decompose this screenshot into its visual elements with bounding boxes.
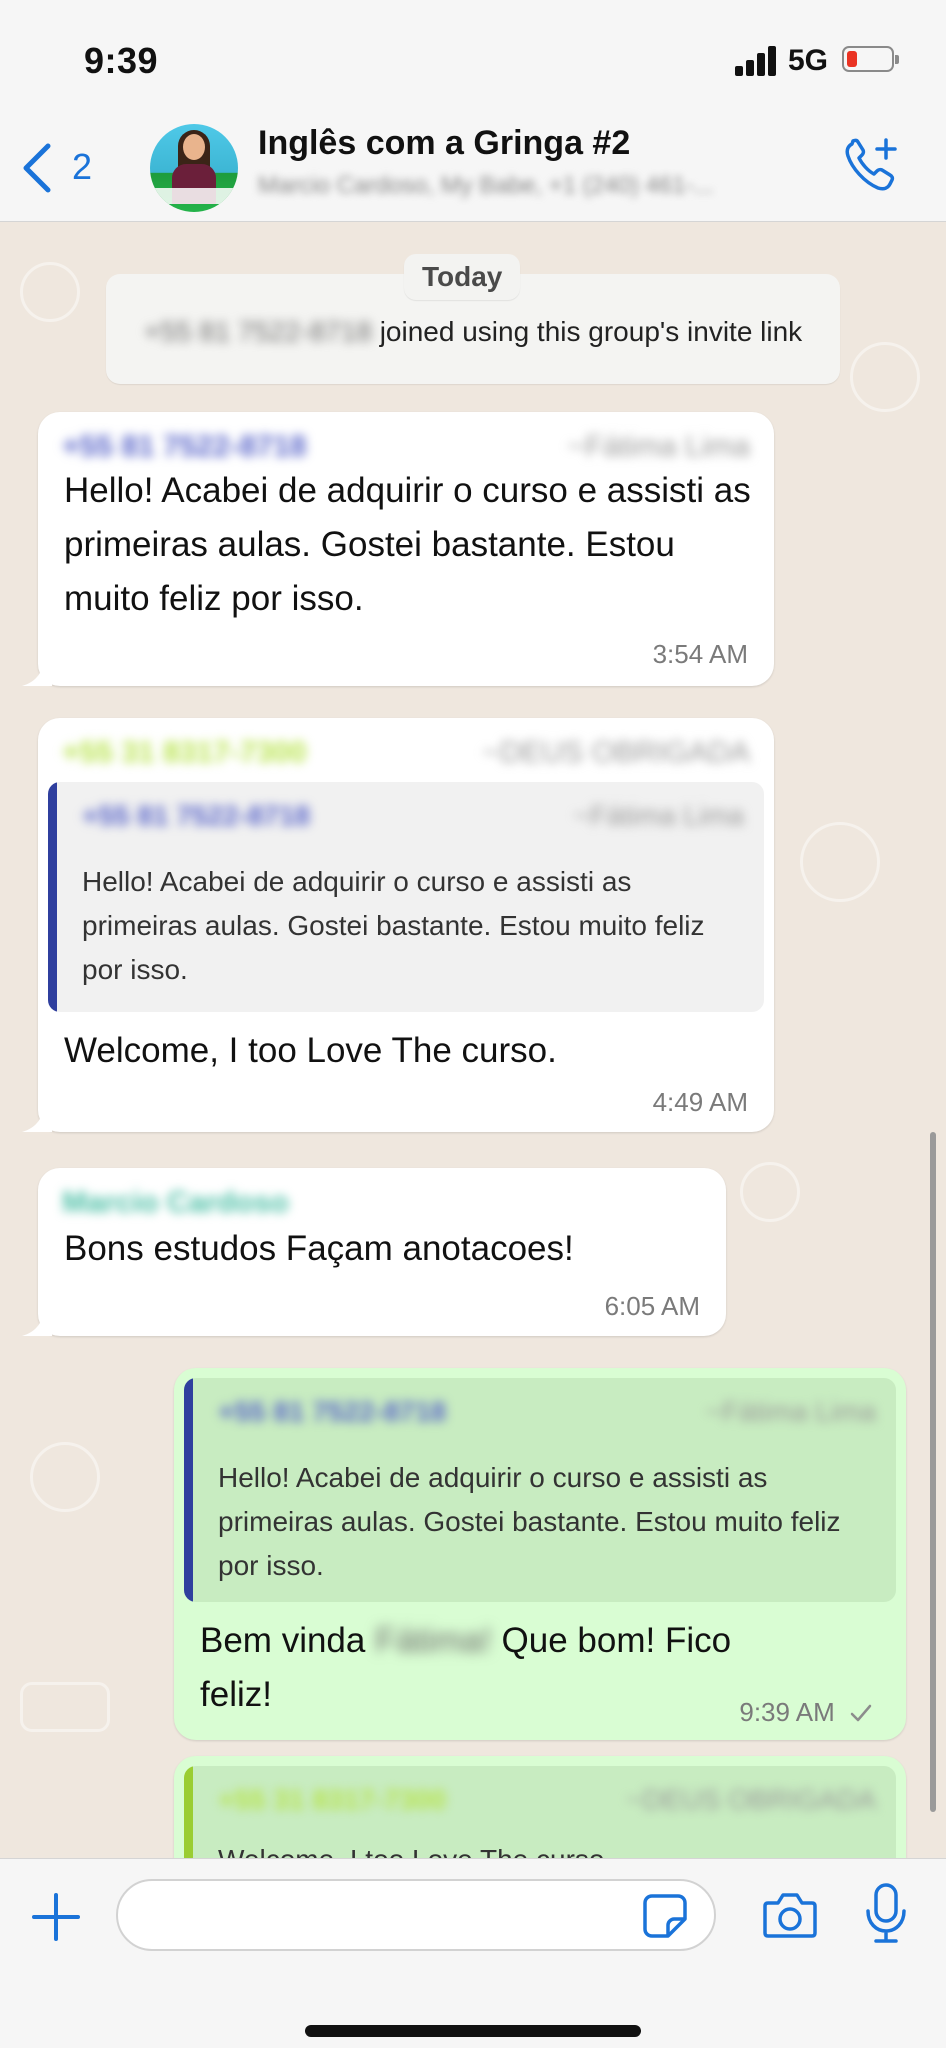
message-time: 4:49 AM — [652, 1087, 748, 1117]
wallpaper-doodle — [800, 822, 880, 902]
quote-sender-alias: ~DEUS OBRIGADA — [626, 1784, 876, 1815]
message-time: 9:39 AM — [739, 1697, 880, 1728]
message-text: Welcome, I too Love The curso. — [64, 1031, 557, 1070]
sender-alias: ~DEUS OBRIGADA — [482, 736, 750, 769]
camera-icon[interactable] — [762, 1889, 818, 1941]
status-bar: 9:39 5G — [0, 0, 946, 120]
scroll-indicator[interactable] — [930, 1132, 936, 1812]
message-bubble[interactable]: +55 31 8317-7300 ~DEUS OBRIGADA +55 81 7… — [22, 718, 774, 1132]
bubble-tail — [22, 1306, 52, 1336]
message-text-part: feliz! — [200, 1675, 272, 1714]
quote-sender-number: +55 81 7522-8718 — [82, 800, 311, 831]
bubble-tail — [22, 656, 52, 686]
message-text: Hello! Acabei de adquirir o curso e assi… — [64, 471, 751, 618]
sender-name[interactable]: Marcio Cardoso — [62, 1186, 289, 1220]
wallpaper-doodle — [850, 342, 920, 412]
quote-sender-alias: ~Fátima Lima — [705, 1396, 876, 1427]
chat-header: 2 Inglês com a Gringa #2 Marcio Cardoso,… — [0, 120, 946, 222]
back-chevron-icon[interactable] — [20, 142, 56, 194]
message-time-text: 9:39 AM — [739, 1697, 835, 1727]
unread-count[interactable]: 2 — [72, 146, 92, 188]
quote-sender-alias: ~Fátima Lima — [573, 800, 744, 831]
plus-icon[interactable] — [30, 1891, 82, 1943]
wallpaper-doodle — [30, 1442, 100, 1512]
message-text-part: Bem vinda — [200, 1621, 366, 1660]
double-check-icon — [850, 1704, 872, 1722]
quote-text: Welcome, I too Love The curso. — [218, 1838, 876, 1858]
chat-participants[interactable]: Marcio Cardoso, My Babe, +1 (240) 461-..… — [258, 172, 818, 200]
wallpaper-doodle — [20, 262, 80, 322]
add-call-icon[interactable] — [840, 136, 900, 196]
network-type: 5G — [788, 44, 829, 77]
message-bubble[interactable]: Marcio Cardoso Bons estudos Façam anotac… — [22, 1168, 726, 1336]
bubble-tail — [22, 1102, 52, 1132]
message-text: Bons estudos Façam anotacoes! — [64, 1229, 574, 1268]
quote-sender-number: +55 31 8317-7300 — [218, 1784, 447, 1815]
message-text-part: Que bom! Fico — [501, 1621, 732, 1660]
quoted-message[interactable]: +55 81 7522-8718 ~Fátima Lima Hello! Aca… — [184, 1378, 896, 1602]
message-input[interactable] — [116, 1879, 716, 1951]
message-time: 3:54 AM — [652, 639, 748, 669]
message-time: 6:05 AM — [604, 1291, 700, 1321]
hidden-name: Fátima! — [375, 1621, 492, 1660]
quoted-message[interactable]: +55 81 7522-8718 ~Fátima Lima Hello! Aca… — [48, 782, 764, 1012]
quote-text: Hello! Acabei de adquirir o curso e assi… — [82, 866, 705, 985]
status-time: 9:39 — [84, 40, 159, 81]
quote-sender-number: +55 81 7522-8718 — [218, 1396, 447, 1427]
signal-strength-icon — [735, 44, 779, 76]
input-bar — [0, 1858, 946, 2048]
message-bubble[interactable]: +55 81 7522-8718 ~Fátima Lima Hello! Aca… — [22, 412, 774, 686]
outgoing-message-bubble[interactable]: +55 81 7522-8718 ~Fátima Lima Hello! Aca… — [174, 1368, 906, 1740]
quoted-message[interactable]: +55 31 8317-7300 ~DEUS OBRIGADA Welcome,… — [184, 1766, 896, 1858]
sender-number[interactable]: +55 81 7522-8718 — [62, 430, 306, 464]
wallpaper-doodle — [740, 1162, 800, 1222]
outgoing-message-bubble[interactable]: +55 31 8317-7300 ~DEUS OBRIGADA Welcome,… — [174, 1756, 906, 1858]
sender-alias: ~Fátima Lima — [567, 430, 750, 463]
quote-bar — [184, 1766, 193, 1858]
chat-title[interactable]: Inglês com a Gringa #2 — [258, 124, 630, 163]
system-message-number: +55 81 7522-8718 — [143, 316, 372, 347]
quote-text: Hello! Acabei de adquirir o curso e assi… — [218, 1462, 841, 1581]
sticker-icon[interactable] — [642, 1893, 688, 1939]
mic-icon[interactable] — [864, 1883, 908, 1945]
group-avatar[interactable] — [150, 124, 238, 212]
home-indicator[interactable] — [305, 2025, 641, 2037]
date-separator: Today — [404, 254, 521, 300]
sender-number[interactable]: +55 31 8317-7300 — [62, 736, 306, 770]
battery-icon — [842, 46, 899, 72]
quote-bar — [184, 1378, 193, 1602]
wallpaper-doodle — [20, 1682, 110, 1732]
quote-bar — [48, 782, 57, 1012]
system-message-text: joined using this group's invite link — [379, 316, 803, 347]
chat-area[interactable]: +55 81 7522-8718 joined using this group… — [0, 222, 946, 1858]
